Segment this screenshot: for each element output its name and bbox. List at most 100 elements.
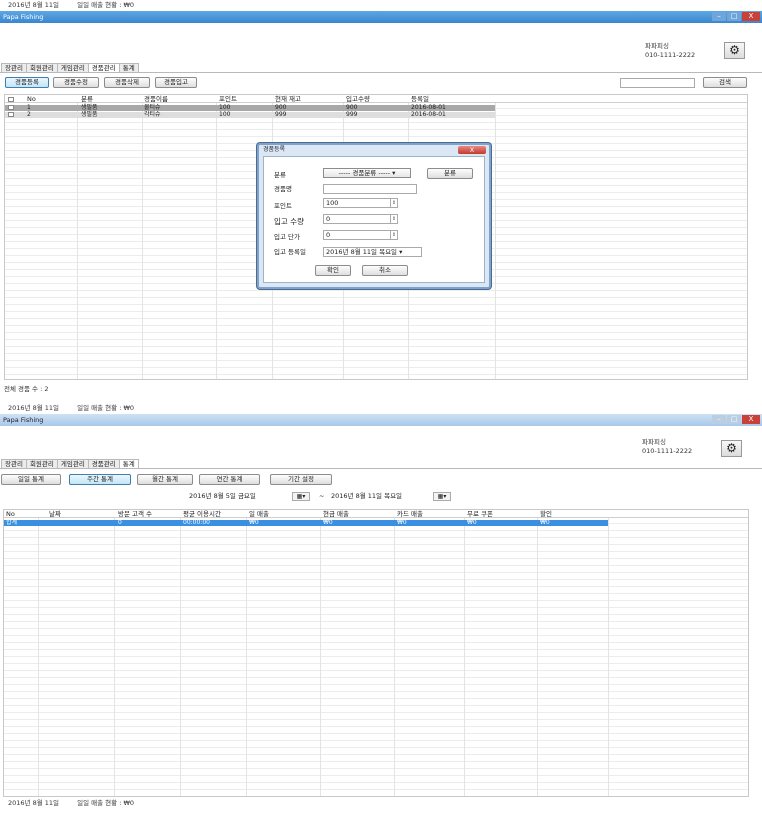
- header-category: 분류: [81, 95, 93, 103]
- maximize-button[interactable]: □: [727, 415, 741, 424]
- select-all-checkbox[interactable]: [8, 97, 14, 102]
- price-input[interactable]: 0 ⇕: [323, 230, 398, 240]
- brand-phone: 010-1111-2222: [642, 447, 693, 455]
- tab-games[interactable]: 게임관리: [56, 459, 89, 468]
- stock-in-button[interactable]: 경품입고: [155, 77, 197, 88]
- tab-games[interactable]: 게임관리: [56, 63, 89, 72]
- table-header: No 분류 경품이름 포인트 현재 재고 입고수량 등록일: [5, 95, 747, 103]
- date-label: 입고 등록일: [274, 248, 306, 256]
- tab-divider: [0, 468, 762, 469]
- status-date: 2016년 8월 11일: [8, 1, 60, 9]
- col-divider: [38, 510, 39, 796]
- status-date: 2016년 8월 11일: [8, 404, 60, 412]
- header-stock: 현재 재고: [275, 95, 301, 103]
- header-no: No: [6, 510, 15, 518]
- header-incoming: 입고수량: [346, 95, 370, 103]
- brand-info: 파파피싱 010-1111-2222: [645, 42, 695, 60]
- dialog-body: 분류 ----- 경품분류 ----- ▾ 분류 경품명 포인트 100 ⇕ 입…: [263, 156, 485, 283]
- table-row[interactable]: 합계 0 00:00:00 ₩0 ₩0 ₩0 ₩0 ₩0: [4, 520, 608, 526]
- cell-point: 100: [219, 111, 231, 118]
- price-value: 0: [326, 231, 331, 239]
- maximize-button[interactable]: □: [727, 12, 741, 21]
- col-divider: [464, 510, 465, 796]
- settings-gear-icon[interactable]: ⚙: [724, 42, 745, 59]
- cell-date: 2016-08-01: [411, 111, 446, 118]
- row-checkbox[interactable]: [8, 112, 14, 117]
- row-checkbox[interactable]: [8, 105, 14, 110]
- edit-prize-button[interactable]: 경품수정: [53, 77, 99, 88]
- header-card-sales: 카드 매출: [397, 510, 423, 518]
- tab-store[interactable]: 장관리: [1, 459, 27, 468]
- spinner-icon[interactable]: ⇕: [390, 215, 397, 223]
- dialog-close-button[interactable]: X: [458, 146, 486, 154]
- prize-name-input[interactable]: [323, 184, 417, 194]
- minimize-button[interactable]: –: [712, 415, 726, 424]
- register-prize-dialog: 경품등록 X 분류 ----- 경품분류 ----- ▾ 분류 경품명 포인트 …: [257, 143, 491, 289]
- col-divider: [320, 510, 321, 796]
- cell-category: 생필품: [81, 111, 98, 118]
- qty-value: 0: [326, 215, 331, 223]
- table-header: No 날짜 방문 고객 수 평균 이용시간 일 매출 현금 매출 카드 매출 무…: [4, 510, 748, 518]
- col-divider: [537, 510, 538, 796]
- date-picker[interactable]: 2016년 8월 11일 목요일 ▾: [323, 247, 422, 257]
- window-title: Papa Fishing: [3, 13, 44, 21]
- window-2: 2016년 8월 11일 일일 매출 현황 : ₩0 Papa Fishing …: [0, 403, 762, 820]
- ok-button[interactable]: 확인: [315, 265, 351, 276]
- tab-members[interactable]: 회원관리: [25, 459, 58, 468]
- header-free-coupon: 무료 쿠폰: [467, 510, 493, 518]
- close-button[interactable]: X: [742, 415, 760, 424]
- col-divider: [142, 95, 143, 379]
- category-select-value: ----- 경품분류 -----: [338, 169, 391, 177]
- title-bar: Papa Fishing – □ X: [0, 11, 762, 23]
- point-value: 100: [326, 199, 339, 207]
- weekly-stats-button[interactable]: 주간 통계: [69, 474, 131, 485]
- cell-cash-sales: ₩0: [323, 519, 333, 526]
- delete-prize-button[interactable]: 경품삭제: [104, 77, 150, 88]
- brand-name: 파파피싱: [645, 42, 669, 50]
- qty-label: 입고 수량: [274, 217, 304, 226]
- spinner-icon[interactable]: ⇕: [390, 231, 397, 239]
- spinner-icon[interactable]: ⇕: [390, 199, 397, 207]
- monthly-stats-button[interactable]: 월간 통계: [137, 474, 193, 485]
- tab-store[interactable]: 장관리: [1, 63, 27, 72]
- name-label: 경품명: [274, 185, 292, 193]
- status-sales: 일일 매출 현황 : ₩0: [77, 404, 135, 412]
- point-input[interactable]: 100 ⇕: [323, 198, 398, 208]
- cell-discount: ₩0: [540, 519, 550, 526]
- header-date: 날짜: [49, 510, 61, 518]
- window-title: Papa Fishing: [3, 416, 44, 424]
- end-date-text[interactable]: 2016년 8월 11일 목요일: [331, 491, 402, 501]
- search-input[interactable]: [620, 78, 695, 88]
- status-date: 2016년 8월 11일: [8, 799, 60, 807]
- header-no: No: [27, 95, 36, 103]
- brand-name: 파파피싱: [642, 438, 666, 446]
- col-divider: [608, 510, 609, 796]
- register-prize-button[interactable]: 경품등록: [5, 77, 49, 88]
- daily-stats-button[interactable]: 일일 통계: [1, 474, 61, 485]
- top-status-bar: 2016년 8월 11일 일일 매출 현황 : ₩0: [0, 0, 762, 11]
- col-divider: [394, 510, 395, 796]
- period-setting-button[interactable]: 기간 설정: [270, 474, 332, 485]
- settings-gear-icon[interactable]: ⚙: [721, 440, 742, 457]
- tab-stats[interactable]: 통계: [118, 63, 139, 72]
- category-label: 분류: [274, 171, 286, 179]
- col-divider: [495, 95, 496, 379]
- minimize-button[interactable]: –: [712, 12, 726, 21]
- col-divider: [246, 510, 247, 796]
- table-row[interactable]: 2 생필품 각티슈 100 999 999 2016-08-01: [5, 112, 495, 118]
- category-button[interactable]: 분류: [427, 168, 473, 179]
- tab-members[interactable]: 회원관리: [25, 63, 58, 72]
- yearly-stats-button[interactable]: 연간 통계: [199, 474, 260, 485]
- search-button[interactable]: 검색: [703, 77, 747, 88]
- cell-card-sales: ₩0: [397, 519, 407, 526]
- qty-input[interactable]: 0 ⇕: [323, 214, 398, 224]
- start-date-text[interactable]: 2016년 8월 5일 금요일: [189, 491, 256, 501]
- close-button[interactable]: X: [742, 12, 760, 21]
- cell-visitors: 0: [118, 519, 122, 526]
- cancel-button[interactable]: 취소: [362, 265, 408, 276]
- start-calendar-icon[interactable]: ▦▾: [292, 492, 310, 501]
- tab-prizes[interactable]: 경품관리: [87, 459, 120, 468]
- end-calendar-icon[interactable]: ▦▾: [433, 492, 451, 501]
- category-select[interactable]: ----- 경품분류 ----- ▾: [323, 168, 411, 178]
- cell-free-coupon: ₩0: [467, 519, 477, 526]
